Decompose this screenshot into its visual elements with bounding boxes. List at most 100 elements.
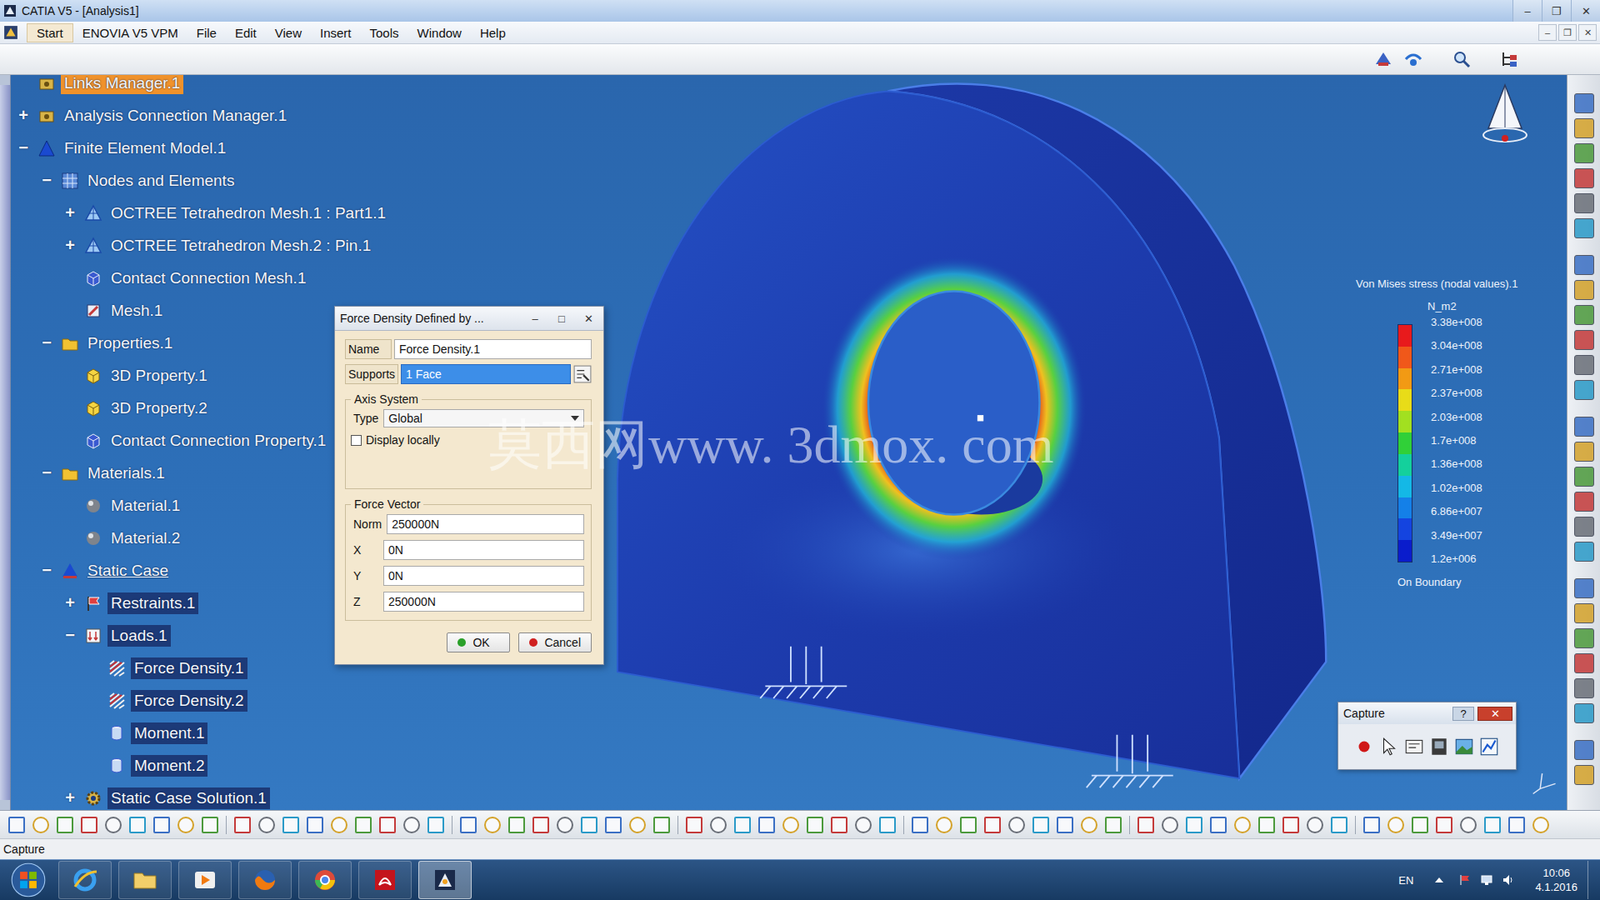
tool-icon[interactable]	[1574, 441, 1595, 462]
tree-item[interactable]: Moment.2	[14, 749, 390, 782]
network-icon[interactable]	[1403, 49, 1424, 70]
window-button[interactable]: –	[1512, 0, 1542, 22]
checkbox[interactable]	[350, 435, 362, 446]
tree-item[interactable]: +Static Case Solution.1	[14, 781, 390, 810]
tree-label[interactable]: Contact Connection Property.1	[107, 430, 330, 452]
taskbar-app[interactable]	[238, 860, 292, 900]
language-indicator[interactable]: EN	[1398, 874, 1414, 887]
tool-icon[interactable]	[758, 816, 775, 834]
taskbar-app[interactable]	[118, 860, 172, 900]
tool-icon[interactable]	[1574, 740, 1595, 760]
tool-icon[interactable]	[653, 816, 670, 834]
tree-item[interactable]: Mesh.1	[14, 294, 390, 327]
tool-icon[interactable]	[629, 816, 646, 834]
tool-icon[interactable]	[1411, 816, 1429, 834]
tool-icon[interactable]	[911, 816, 929, 834]
tool-icon[interactable]	[1032, 816, 1050, 834]
tool-icon[interactable]	[460, 816, 477, 834]
tool-icon[interactable]	[1105, 816, 1122, 834]
tree-item[interactable]: Moment.1	[14, 716, 390, 750]
tree-label[interactable]: Force Density.1	[130, 657, 248, 680]
tool-icon[interactable]	[1008, 816, 1025, 834]
tool-icon[interactable]	[1460, 816, 1477, 834]
menu-item[interactable]: Edit	[225, 24, 266, 42]
tool-icon[interactable]	[1574, 168, 1595, 189]
tool-icon[interactable]	[1574, 93, 1595, 114]
tree-label[interactable]: Analysis Connection Manager.1	[60, 105, 290, 127]
tool-icon[interactable]	[1387, 816, 1405, 834]
tree-item[interactable]: Force Density.2	[14, 684, 390, 717]
tool-icon[interactable]	[1574, 143, 1595, 164]
tool-icon[interactable]	[427, 816, 445, 834]
tree-item[interactable]: −Loads.1	[14, 619, 390, 652]
tool-icon[interactable]	[1056, 816, 1074, 834]
clock[interactable]: 10:064.1.2016	[1535, 865, 1578, 895]
menu-item[interactable]: ENOVIA V5 VPM	[73, 24, 188, 42]
tool-icon[interactable]	[1185, 816, 1203, 834]
taskbar-app[interactable]	[358, 860, 412, 900]
tool-icon[interactable]	[1258, 816, 1275, 834]
catia-menu-icon[interactable]	[3, 25, 19, 40]
tool-icon[interactable]	[201, 816, 219, 834]
tree-toggle-icon[interactable]	[1500, 49, 1520, 70]
tool-icon[interactable]	[1574, 355, 1595, 375]
tree-item[interactable]: +OCTREE Tetrahedron Mesh.1 : Part1.1	[14, 196, 390, 230]
tool-icon[interactable]	[80, 816, 98, 834]
expander[interactable]: +	[60, 203, 80, 223]
tree-label[interactable]: Contact Connection Mesh.1	[107, 267, 310, 290]
tool-icon[interactable]	[710, 816, 727, 834]
dialog-title-bar[interactable]: Force Density Defined by ...–□✕	[335, 306, 604, 331]
tree-item[interactable]: −Static Case	[14, 554, 390, 587]
dialog-control[interactable]: –	[523, 310, 547, 327]
tree-label[interactable]: Loads.1	[107, 625, 171, 647]
taskbar-app[interactable]	[418, 860, 472, 900]
tree-label[interactable]: Finite Element Model.1	[60, 137, 230, 160]
window-button[interactable]: ✕	[1570, 0, 1600, 22]
tree-label[interactable]: Static Case Solution.1	[107, 787, 270, 810]
close-button[interactable]: ✕	[1477, 706, 1513, 721]
tree-item[interactable]: Force Density.1	[14, 651, 390, 685]
tool-icon[interactable]	[8, 816, 25, 834]
tool-icon[interactable]	[1574, 380, 1595, 400]
tool-icon[interactable]	[1080, 816, 1098, 834]
tool-icon[interactable]	[484, 816, 501, 834]
menu-item[interactable]: File	[187, 24, 226, 42]
tool-icon[interactable]	[1210, 816, 1227, 834]
tool-icon[interactable]	[1574, 603, 1595, 624]
tree-label[interactable]: Properties.1	[84, 332, 176, 355]
tool-icon[interactable]	[1574, 218, 1595, 239]
component-field[interactable]: 250000N	[383, 591, 585, 612]
tree-label[interactable]: Nodes and Elements	[84, 170, 238, 192]
record-icon[interactable]	[1353, 735, 1375, 758]
tool-icon[interactable]	[1574, 653, 1595, 674]
expander[interactable]: −	[14, 138, 33, 158]
tree-item[interactable]: Contact Connection Mesh.1	[14, 261, 390, 295]
album-icon[interactable]	[1428, 735, 1450, 758]
image-icon[interactable]	[1453, 735, 1475, 758]
tool-icon[interactable]	[1574, 578, 1595, 599]
dialog-button[interactable]: Cancel	[518, 632, 592, 653]
tree-label[interactable]: Force Density.2	[130, 690, 248, 712]
tool-icon[interactable]	[1363, 816, 1380, 834]
component-field[interactable]: 0N	[383, 540, 585, 560]
tool-icon[interactable]	[556, 816, 574, 834]
stress-legend[interactable]: Von Mises stress (nodal values).1N_m23.3…	[1345, 277, 1530, 589]
tree-item[interactable]: 3D Property.1	[14, 359, 390, 392]
tool-icon[interactable]	[960, 816, 977, 834]
tree-label[interactable]: Moment.1	[130, 722, 208, 745]
tool-icon[interactable]	[1574, 305, 1595, 325]
tool-icon[interactable]	[879, 816, 896, 834]
name-field[interactable]: Force Density.1	[394, 339, 592, 360]
tool-icon[interactable]	[508, 816, 525, 834]
tool-icon[interactable]	[1574, 118, 1595, 139]
menu-item[interactable]: Tools	[360, 24, 409, 42]
tool-icon[interactable]	[379, 816, 396, 834]
tool-icon[interactable]	[1574, 765, 1595, 785]
dialog-control[interactable]: □	[550, 310, 574, 327]
help-button[interactable]: ?	[1452, 706, 1475, 721]
tree-label[interactable]: 3D Property.1	[107, 365, 211, 387]
menu-item[interactable]: Insert	[310, 24, 361, 42]
taskbar-app[interactable]	[58, 860, 112, 900]
tool-icon[interactable]	[129, 816, 146, 834]
tool-icon[interactable]	[1574, 416, 1595, 437]
